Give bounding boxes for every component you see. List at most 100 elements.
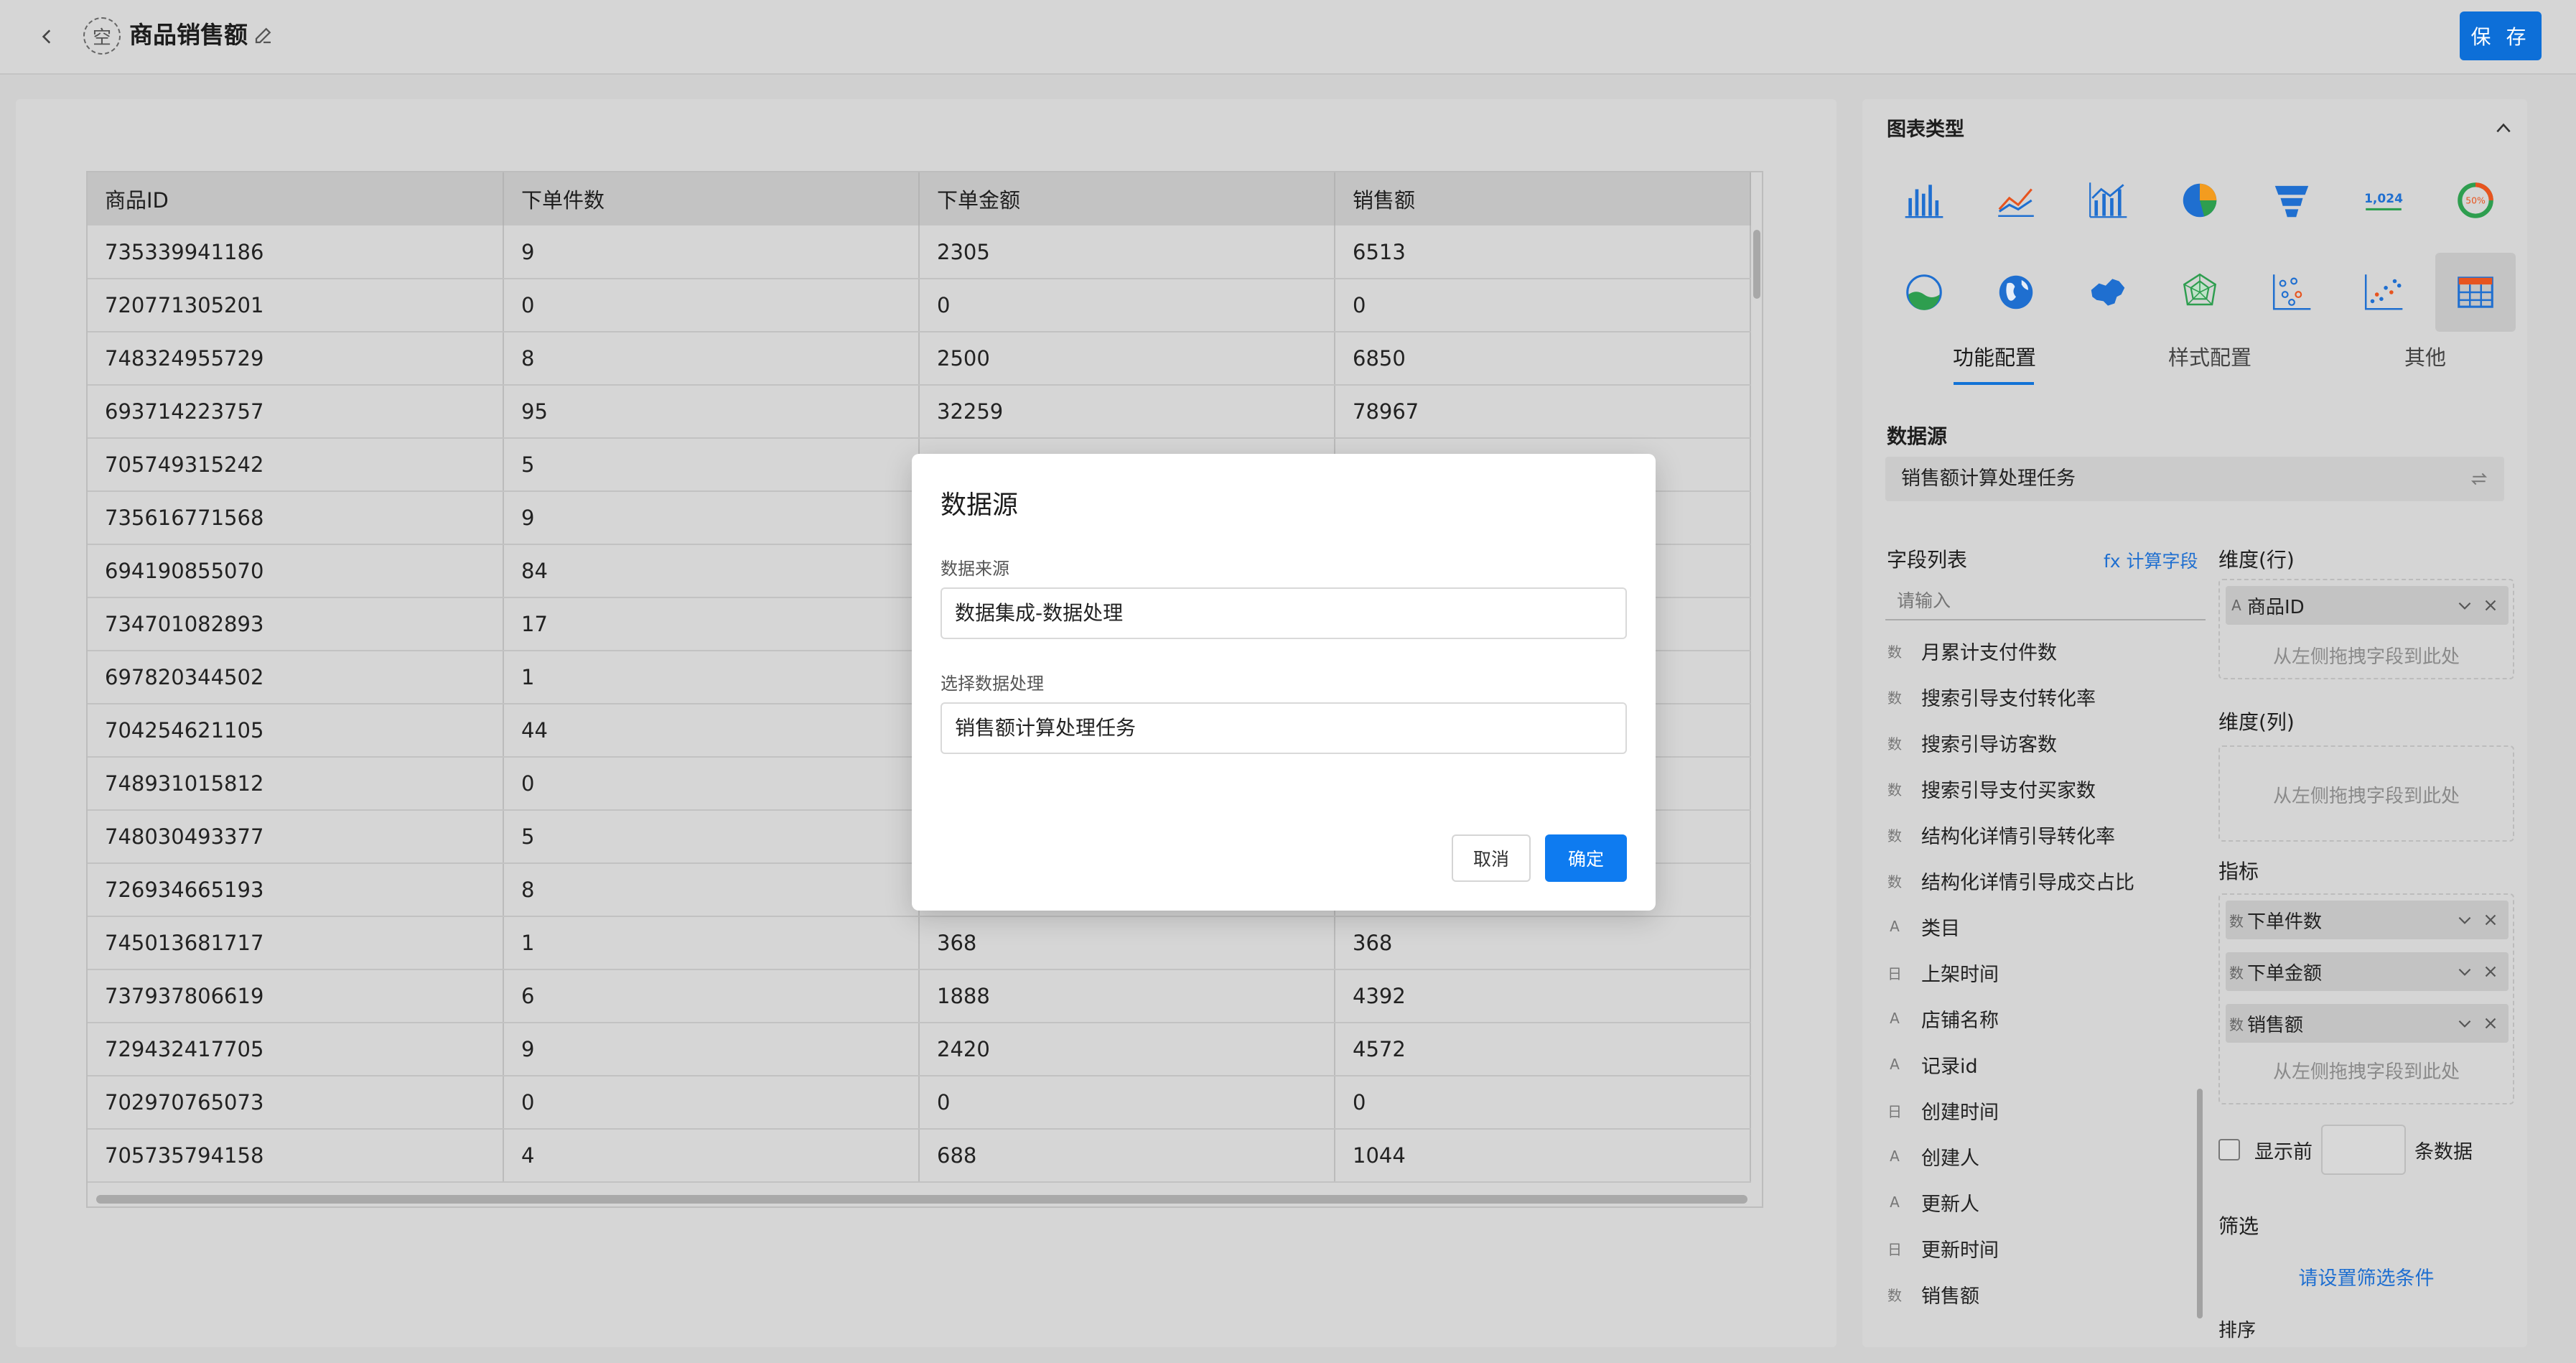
table-cell: 2500 [919, 332, 1335, 386]
column-header[interactable]: 下单金额 [919, 172, 1335, 225]
table-cell: 1044 [1335, 1129, 1751, 1183]
chart-type-bar[interactable] [1884, 161, 1964, 240]
save-button[interactable]: 保 存 [2460, 11, 2542, 60]
process-select[interactable]: 销售额计算处理任务 [941, 702, 1627, 754]
close-icon[interactable] [2481, 596, 2500, 615]
swap-icon[interactable] [2470, 470, 2488, 488]
field-item[interactable]: 日 上架时间 [1887, 952, 1999, 992]
chip-label: 销售额 [2247, 1014, 2304, 1036]
metric-chip[interactable]: 数 下单件数 [2226, 901, 2509, 939]
close-icon[interactable] [2481, 962, 2500, 981]
page-title: 商品销售额 [129, 21, 248, 49]
metric-chip[interactable]: 数 销售额 [2226, 1004, 2509, 1043]
chevron-down-icon[interactable] [2455, 911, 2474, 929]
table-cell: 688 [919, 1129, 1335, 1183]
field-item[interactable]: 数 结构化详情引导成交占比 [1887, 860, 2134, 901]
field-item[interactable]: A 类目 [1887, 906, 1960, 946]
chart-type-bubble[interactable] [2251, 253, 2332, 332]
column-header[interactable]: 销售额 [1335, 172, 1751, 225]
table-cell: 705749315242 [88, 438, 504, 492]
table-row[interactable]: 745013681717 1 368 368 [88, 916, 1751, 970]
chart-type-number-card[interactable]: 1,024 [2343, 161, 2424, 240]
dim-row-chip[interactable]: A 商品ID [2226, 586, 2509, 625]
chart-type-china-map[interactable] [2068, 253, 2148, 332]
dim-row-dropzone[interactable]: A 商品ID 从左侧拖拽字段到此处 [2218, 579, 2514, 679]
tab-other[interactable]: 其他 [2353, 336, 2497, 379]
chart-type-percent-ring[interactable]: 50% [2435, 161, 2516, 240]
chart-type-table[interactable] [2435, 253, 2516, 332]
table-cell: 1888 [919, 969, 1335, 1023]
table-cell: 0 [1335, 1076, 1751, 1130]
field-name: 上架时间 [1921, 963, 1999, 986]
table-cell: 9 [503, 491, 920, 545]
column-header[interactable]: 下单件数 [503, 172, 920, 225]
field-item[interactable]: 数 搜索引导支付转化率 [1887, 676, 2096, 717]
chart-type-scatter[interactable] [2343, 253, 2424, 332]
horizontal-scrollbar[interactable] [96, 1195, 1747, 1204]
top-n-input[interactable] [2321, 1125, 2406, 1175]
table-cell: 8 [503, 332, 920, 386]
vertical-scrollbar[interactable] [1753, 230, 1760, 299]
field-item[interactable]: 数 结构化详情引导转化率 [1887, 814, 2115, 855]
table-row[interactable]: 735339941186 9 2305 6513 [88, 225, 1751, 279]
field-name: 月累计支付件数 [1921, 641, 2057, 664]
show-top-checkbox[interactable] [2218, 1139, 2240, 1160]
metric-chip[interactable]: 数 下单金额 [2226, 952, 2509, 991]
field-item[interactable]: 数 销售额 [1887, 1274, 1979, 1314]
confirm-button[interactable]: 确定 [1545, 834, 1627, 882]
datasource-selector[interactable]: 销售额计算处理任务 [1885, 457, 2504, 501]
field-item[interactable]: 日 创建时间 [1887, 1090, 1999, 1130]
back-button[interactable] [34, 20, 60, 53]
tab-style-config[interactable]: 样式配置 [2138, 336, 2282, 379]
table-cell: 4392 [1335, 969, 1751, 1023]
chevron-down-icon[interactable] [2455, 596, 2474, 615]
table-row[interactable]: 729432417705 9 2420 4572 [88, 1023, 1751, 1076]
field-type-icon: A [1890, 918, 1900, 935]
bar-chart-icon [1905, 185, 1943, 218]
chart-type-radar[interactable] [2160, 253, 2240, 332]
field-item[interactable]: 数 搜索引导支付买家数 [1887, 768, 2096, 809]
close-icon[interactable] [2481, 1014, 2500, 1033]
field-search-input[interactable] [1885, 582, 2206, 620]
column-header[interactable]: 商品ID [88, 172, 504, 225]
chevron-down-icon[interactable] [2455, 962, 2474, 981]
table-cell: 720771305201 [88, 279, 504, 332]
table-row[interactable]: 748324955729 8 2500 6850 [88, 332, 1751, 386]
table-row[interactable]: 737937806619 6 1888 4392 [88, 969, 1751, 1023]
table-row[interactable]: 720771305201 0 0 0 [88, 279, 1751, 332]
field-item[interactable]: 数 搜索引导访客数 [1887, 722, 2057, 763]
dim-col-dropzone[interactable]: 从左侧拖拽字段到此处 [2218, 745, 2514, 842]
close-icon[interactable] [2481, 911, 2500, 929]
metrics-dropzone[interactable]: 数 下单件数 数 下单金额 数 销售额 从左侧拖拽字段到此处 [2218, 893, 2514, 1104]
field-item[interactable]: A 更新人 [1887, 1182, 1979, 1222]
field-list-scrollbar[interactable] [2197, 1089, 2203, 1318]
table-row[interactable]: 693714223757 95 32259 78967 [88, 385, 1751, 439]
chart-type-globe[interactable] [1976, 253, 2056, 332]
edit-icon[interactable] [253, 24, 274, 46]
chart-type-combo[interactable] [2068, 161, 2148, 240]
dim-row-label: 维度(行) [2218, 548, 2295, 572]
text-type-icon: A [2231, 597, 2241, 614]
calc-field-button[interactable]: fx 计算字段 [2104, 547, 2198, 573]
filter-label: 筛选 [2218, 1214, 2259, 1238]
chart-type-title: 图表类型 [1887, 118, 1964, 141]
chart-type-water-ball[interactable] [1884, 253, 1964, 332]
chevron-down-icon[interactable] [2455, 1014, 2474, 1033]
table-row[interactable]: 705735794158 4 688 1044 [88, 1129, 1751, 1183]
field-item[interactable]: A 创建人 [1887, 1136, 1979, 1176]
table-row[interactable]: 702970765073 0 0 0 [88, 1076, 1751, 1130]
field-item[interactable]: 数 月累计支付件数 [1887, 631, 2057, 671]
cancel-button[interactable]: 取消 [1452, 834, 1531, 882]
chart-type-funnel[interactable] [2251, 161, 2332, 240]
field-item[interactable]: A 记录id [1887, 1044, 1977, 1084]
table-cell: 17 [503, 597, 920, 651]
set-filter-link[interactable]: 请设置筛选条件 [2218, 1262, 2514, 1290]
chart-type-line[interactable] [1976, 161, 2056, 240]
field-item[interactable]: A 店铺名称 [1887, 998, 1999, 1038]
chart-type-pie[interactable] [2160, 161, 2240, 240]
chevron-up-icon[interactable] [2494, 121, 2513, 135]
field-item[interactable]: 日 更新时间 [1887, 1228, 1999, 1268]
source-select[interactable]: 数据集成-数据处理 [941, 587, 1627, 639]
tab-function-config[interactable]: 功能配置 [1923, 336, 2066, 379]
field-type-icon: 数 [1887, 643, 1902, 661]
